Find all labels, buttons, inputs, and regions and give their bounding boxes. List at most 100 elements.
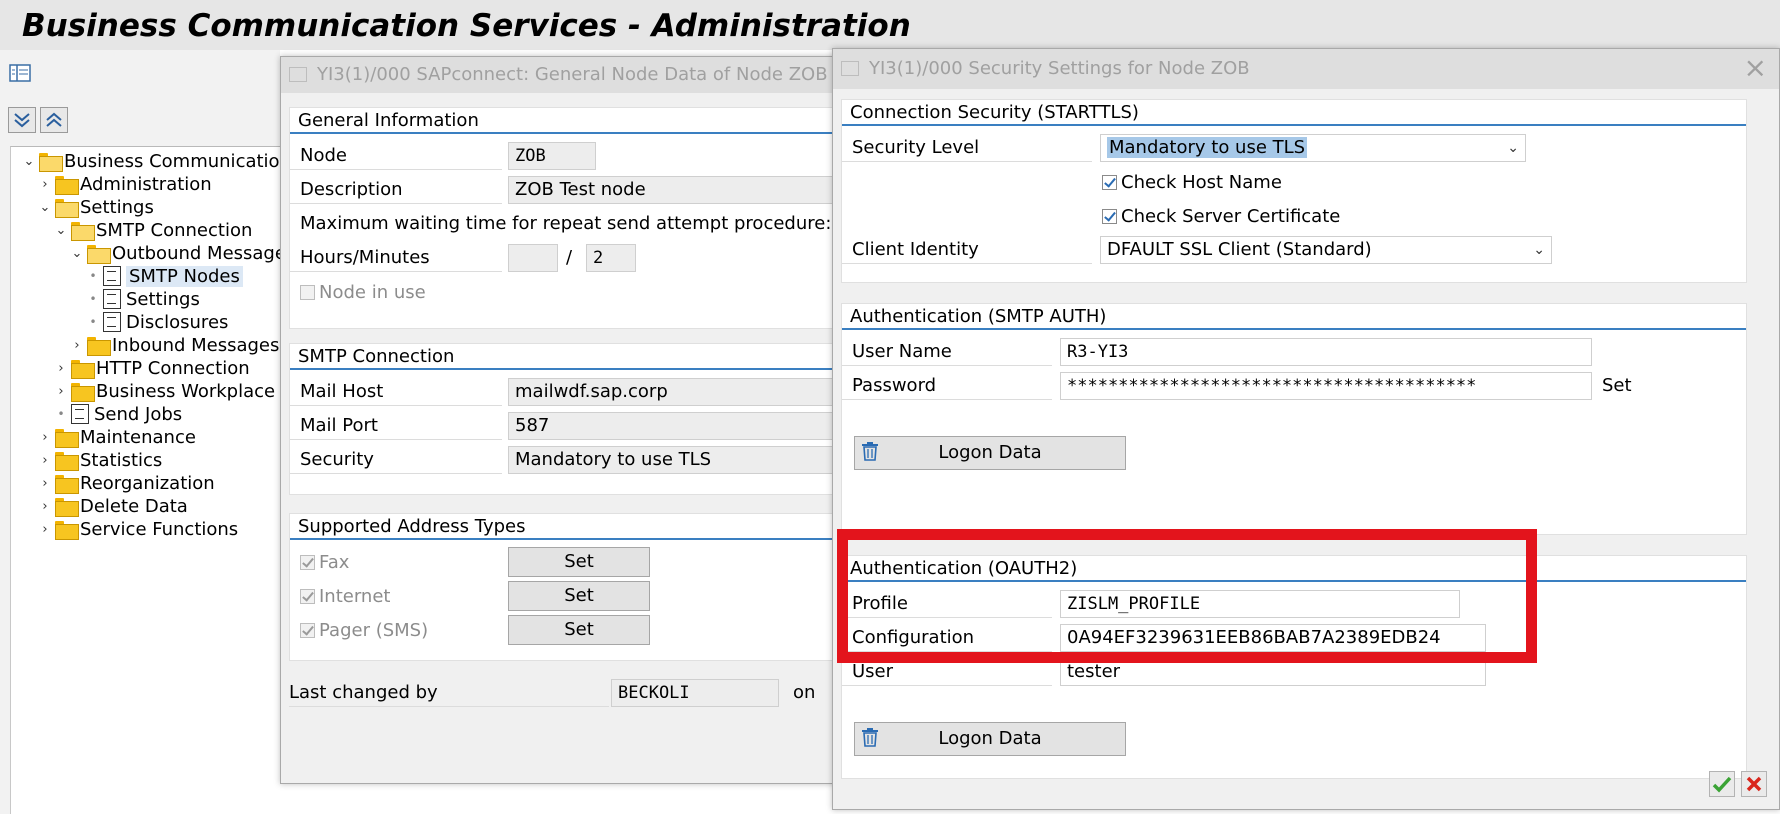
tree-item-business-communication[interactable]: ⌄ Business Communication xyxy=(21,149,291,173)
tree-item-send-jobs[interactable]: • Send Jobs xyxy=(53,402,182,426)
tree-item-inbound-messages[interactable]: › Inbound Messages xyxy=(69,333,279,357)
folder-open-icon xyxy=(55,198,79,218)
expand-toggle-icon[interactable]: › xyxy=(69,338,85,353)
trash-icon xyxy=(862,728,878,747)
expand-all-icon[interactable] xyxy=(8,107,36,133)
mail-port-label: Mail Port xyxy=(290,412,502,440)
tree-view-icon[interactable] xyxy=(6,60,34,86)
tree-item-disclosures[interactable]: • Disclosures xyxy=(85,310,228,334)
last-changed-label: Last changed by xyxy=(289,679,609,707)
button-label: Logon Data xyxy=(938,728,1042,749)
expand-toggle-icon[interactable]: ⌄ xyxy=(21,154,37,169)
tree-item-label: Reorganization xyxy=(80,472,215,494)
node-field[interactable]: ZOB xyxy=(508,142,596,170)
tree-item-label: Send Jobs xyxy=(94,403,183,425)
expand-toggle-icon[interactable]: › xyxy=(37,476,53,491)
tree-item-business-workplace[interactable]: › Business Workplace xyxy=(53,379,275,403)
check-host-name-checkbox[interactable]: Check Host Name xyxy=(1102,170,1282,194)
cancel-icon[interactable] xyxy=(1741,771,1767,797)
client-identity-value: DFAULT SSL Client (Standard) xyxy=(1107,239,1372,260)
expand-toggle-icon[interactable]: › xyxy=(37,177,53,192)
expand-toggle-icon[interactable]: › xyxy=(37,430,53,445)
security-level-dropdown[interactable]: Mandatory to use TLS ⌄ xyxy=(1100,134,1526,162)
password-set-label: Set xyxy=(1602,375,1632,396)
expand-toggle-icon[interactable]: › xyxy=(53,384,69,399)
checkbox-label: Check Host Name xyxy=(1121,171,1282,193)
folder-icon xyxy=(87,336,111,356)
expand-toggle-icon[interactable]: › xyxy=(37,453,53,468)
tree-item-administration[interactable]: › Administration xyxy=(37,172,212,196)
user-name-field[interactable]: R3-YI3 xyxy=(1060,338,1592,366)
checkbox-icon xyxy=(1102,174,1117,190)
expand-toggle-icon[interactable]: ⌄ xyxy=(53,223,69,238)
mail-port-field[interactable]: 587 xyxy=(508,412,842,440)
highlight-annotation-box xyxy=(837,529,1537,663)
chevron-down-icon: ⌄ xyxy=(1507,140,1519,156)
tree-item-statistics[interactable]: › Statistics xyxy=(37,448,162,472)
tree-item-settings-leaf[interactable]: • Settings xyxy=(85,287,199,311)
tree-item-delete-data[interactable]: › Delete Data xyxy=(37,494,188,518)
tree-item-outbound-messages[interactable]: ⌄ Outbound Messages xyxy=(69,241,295,265)
chevron-down-icon: ⌄ xyxy=(1533,242,1545,258)
expand-toggle-icon[interactable]: ⌄ xyxy=(37,200,53,215)
tree-item-smtp-nodes[interactable]: • SMTP Nodes xyxy=(85,264,243,288)
password-field[interactable]: **************************************** xyxy=(1060,372,1592,400)
expand-toggle-icon[interactable]: › xyxy=(37,499,53,514)
internet-set-button[interactable]: Set xyxy=(508,581,650,611)
tree-item-maintenance[interactable]: › Maintenance xyxy=(37,425,196,449)
navigation-tree: ⌄ Business Communication › Administratio… xyxy=(10,146,295,814)
tree-item-label: Inbound Messages xyxy=(112,334,280,356)
tree-item-http-connection[interactable]: › HTTP Connection xyxy=(53,356,250,380)
document-icon xyxy=(103,266,121,286)
mail-host-field[interactable]: mailwdf.sap.corp xyxy=(508,378,842,406)
security-level-label: Security Level xyxy=(842,134,1092,162)
tree-item-label: Maintenance xyxy=(80,426,196,448)
node-in-use-checkbox[interactable]: Node in use xyxy=(300,280,426,304)
check-server-cert-checkbox[interactable]: Check Server Certificate xyxy=(1102,204,1340,228)
fax-checkbox[interactable]: Fax xyxy=(300,550,349,574)
tree-item-settings[interactable]: ⌄ Settings xyxy=(37,195,154,219)
security-field[interactable]: Mandatory to use TLS xyxy=(508,446,842,474)
hours-minutes-label: Hours/Minutes xyxy=(290,244,502,272)
checkbox-icon xyxy=(300,622,315,638)
oauth2-logon-data-button[interactable]: Logon Data xyxy=(854,722,1126,756)
expand-toggle-icon[interactable]: › xyxy=(53,361,69,376)
smtp-auth-logon-data-button[interactable]: Logon Data xyxy=(854,436,1126,470)
tree-leaf-bullet: • xyxy=(89,315,97,329)
folder-icon xyxy=(55,428,79,448)
tree-item-smtp-connection[interactable]: ⌄ SMTP Connection xyxy=(53,218,252,242)
expand-toggle-icon[interactable]: ⌄ xyxy=(69,246,85,261)
tree-item-label: Service Functions xyxy=(80,518,239,540)
confirm-icon[interactable] xyxy=(1709,771,1735,797)
tree-item-reorganization[interactable]: › Reorganization xyxy=(37,471,215,495)
client-identity-dropdown[interactable]: DFAULT SSL Client (Standard) ⌄ xyxy=(1100,236,1552,264)
max-wait-text: Maximum waiting time for repeat send att… xyxy=(300,213,832,234)
security-label: Security xyxy=(290,446,502,474)
tree-leaf-bullet: • xyxy=(89,292,97,306)
group-title: SMTP Connection xyxy=(290,344,840,370)
group-title: Connection Security (STARTTLS) xyxy=(842,100,1746,126)
fax-set-button[interactable]: Set xyxy=(508,547,650,577)
last-changed-field[interactable]: BECKOLI xyxy=(611,679,779,707)
checkbox-icon xyxy=(300,588,315,604)
internet-checkbox[interactable]: Internet xyxy=(300,584,390,608)
tree-item-service-functions[interactable]: › Service Functions xyxy=(37,517,238,541)
checkbox-icon xyxy=(300,284,315,300)
pager-checkbox[interactable]: Pager (SMS) xyxy=(300,618,428,642)
expand-toggle-icon[interactable]: › xyxy=(37,522,53,537)
collapse-all-icon[interactable] xyxy=(40,107,68,133)
security-level-value: Mandatory to use TLS xyxy=(1107,137,1308,158)
general-information-group: General Information Node ZOB Description… xyxy=(289,107,842,329)
hours-field[interactable] xyxy=(508,244,558,272)
tree-item-label: HTTP Connection xyxy=(96,357,250,379)
close-icon[interactable]: × xyxy=(1744,53,1767,83)
pager-set-button[interactable]: Set xyxy=(508,615,650,645)
smtp-connection-group: SMTP Connection Mail Host mailwdf.sap.co… xyxy=(289,343,842,495)
tree-item-label: Settings xyxy=(80,196,154,218)
description-field[interactable]: ZOB Test node xyxy=(508,176,842,204)
group-title: Authentication (SMTP AUTH) xyxy=(842,304,1746,330)
tree-item-label: Outbound Messages xyxy=(112,242,296,264)
minutes-field[interactable]: 2 xyxy=(586,244,636,272)
tree-item-label: SMTP Connection xyxy=(96,219,253,241)
node-dialog-title-bar: YI3(1)/000 SAPconnect: General Node Data… xyxy=(281,57,839,93)
